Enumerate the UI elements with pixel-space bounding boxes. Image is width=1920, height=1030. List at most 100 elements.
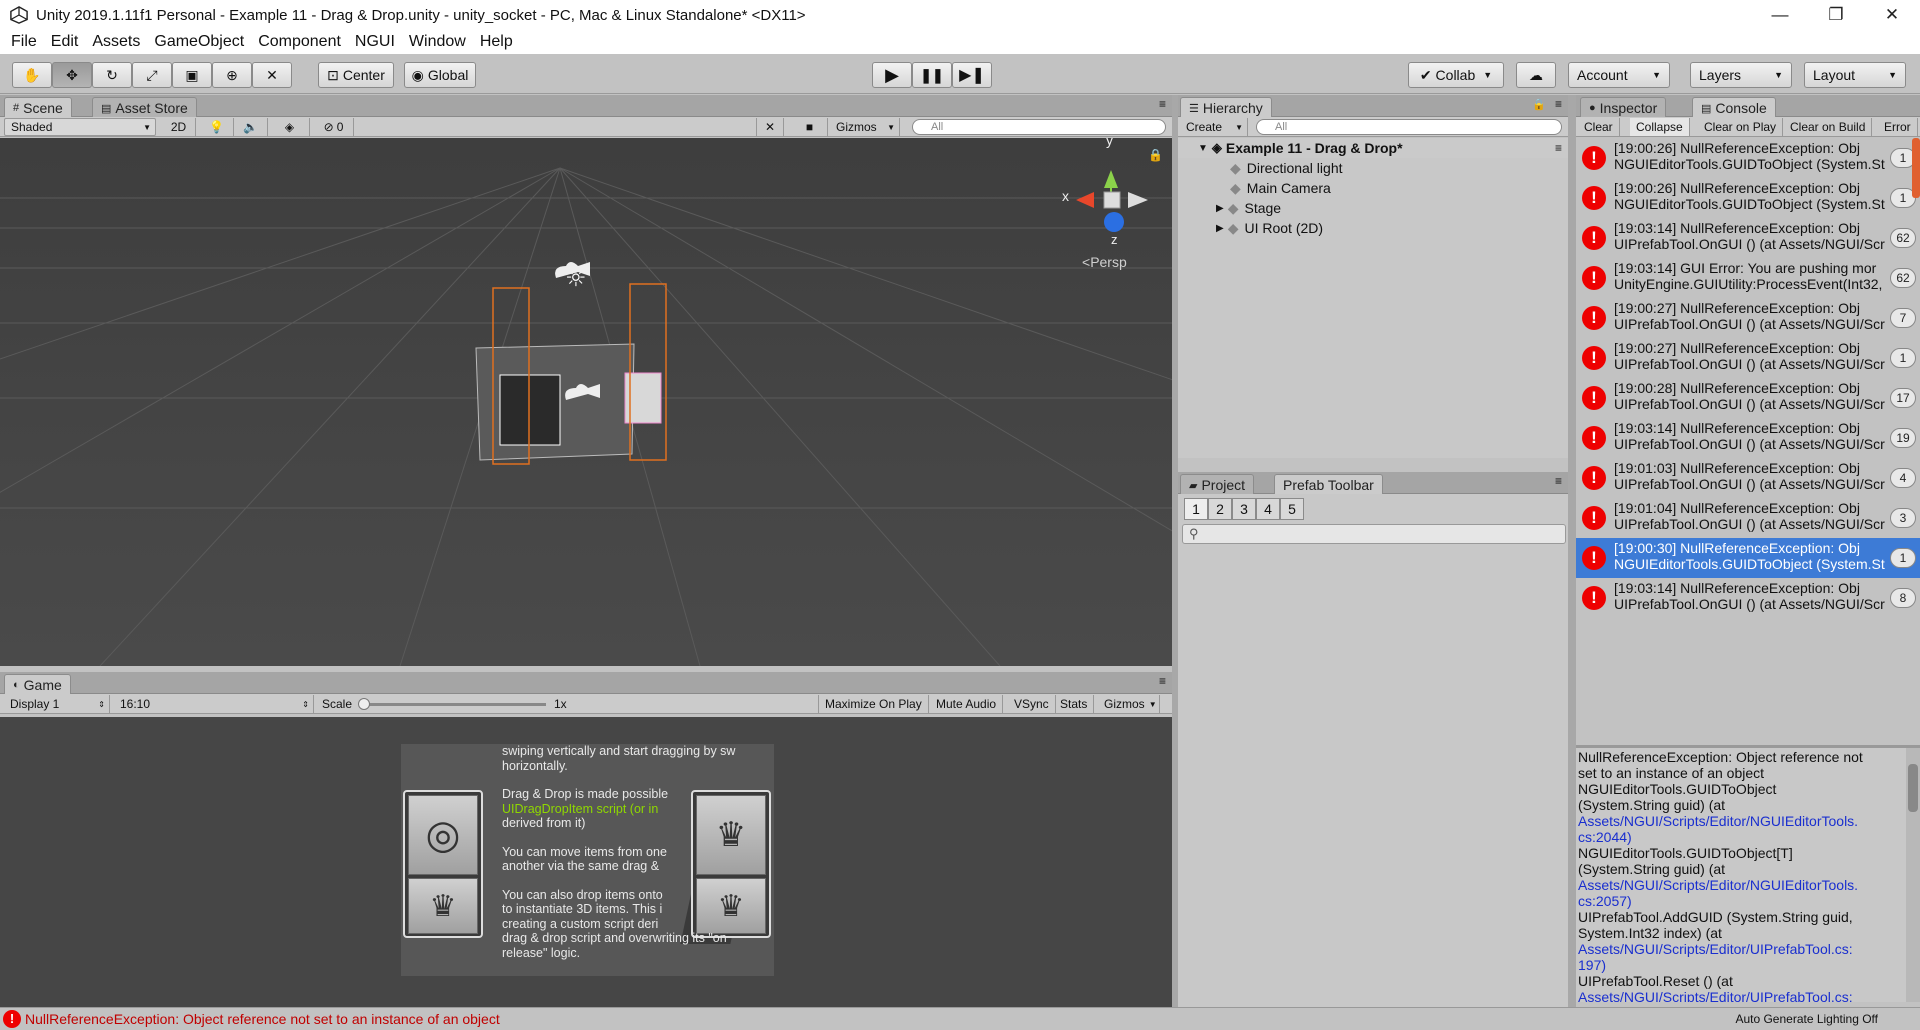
menu-ngui[interactable]: NGUI	[348, 33, 402, 51]
hierarchy-item[interactable]: ▶ ◆ UI Root (2D)	[1178, 218, 1568, 238]
cloud-button[interactable]: ☁	[1516, 62, 1556, 88]
clear-on-build-toggle[interactable]: Clear on Build	[1784, 118, 1873, 136]
tab-inspector[interactable]: ● Inspector	[1580, 97, 1667, 118]
mute-audio-toggle[interactable]: Mute Audio	[930, 695, 1004, 713]
audio-toggle[interactable]: 🔈	[234, 118, 268, 136]
page-button-3[interactable]: 3	[1232, 498, 1256, 520]
hierarchy-item[interactable]: ▶ ◆ Stage	[1178, 198, 1568, 218]
hierarchy-item[interactable]: ◆ Main Camera	[1178, 178, 1568, 198]
console-list-scrollbar[interactable]	[1912, 138, 1920, 198]
hierarchy-search-input[interactable]: All	[1256, 119, 1562, 135]
log-entry[interactable]: ! [19:03:14] NullReferenceException: Obj U…	[1576, 578, 1920, 618]
tab-asset-store[interactable]: ▤ Asset Store	[92, 97, 197, 118]
menu-edit[interactable]: Edit	[44, 33, 86, 51]
stats-toggle[interactable]: Stats	[1054, 695, 1095, 713]
item-slot-helmet[interactable]: ♛	[408, 878, 478, 934]
lighting-toggle[interactable]: 💡	[200, 118, 234, 136]
log-entry[interactable]: ! [19:00:27] NullReferenceException: Obj U…	[1576, 298, 1920, 338]
log-entry[interactable]: ! [19:03:14] NullReferenceException: Obj U…	[1576, 218, 1920, 258]
gizmos-dropdown[interactable]: Gizmos ▼	[830, 118, 900, 136]
tab-game[interactable]: ◐ Game	[4, 674, 71, 695]
item-slot-camera[interactable]: ◎	[408, 795, 478, 875]
menu-file[interactable]: File	[4, 33, 44, 51]
aspect-dropdown[interactable]: 16:10 ⇕	[114, 695, 314, 713]
camera-dropdown[interactable]: ■	[792, 118, 828, 136]
close-button[interactable]: ✕	[1864, 5, 1920, 25]
display-dropdown[interactable]: Display 1 ⇕	[4, 695, 110, 713]
tab-console[interactable]: ▤ Console	[1692, 97, 1776, 118]
log-entry[interactable]: ! [19:03:14] NullReferenceException: Obj U…	[1576, 418, 1920, 458]
panel-menu-icon[interactable]: ≡	[1159, 97, 1166, 111]
scene-search-input[interactable]: All	[912, 119, 1166, 135]
tab-project[interactable]: ▰ Project	[1180, 474, 1255, 495]
console-clear-button[interactable]: Clear	[1578, 118, 1620, 136]
detail-link[interactable]: Assets/NGUI/Scripts/Editor/NGUIEditorToo…	[1578, 877, 1918, 893]
page-button-4[interactable]: 4	[1256, 498, 1280, 520]
page-button-2[interactable]: 2	[1208, 498, 1232, 520]
log-entry-selected[interactable]: ! [19:00:30] NullReferenceException: Obj N…	[1576, 538, 1920, 578]
rect-tool-button[interactable]: ▣	[172, 62, 212, 88]
log-entry[interactable]: ! [19:00:26] NullReferenceException: Obj N…	[1576, 178, 1920, 218]
detail-link[interactable]: Assets/NGUI/Scripts/Editor/UIPrefabTool.…	[1578, 941, 1918, 957]
play-button[interactable]: ▶	[872, 62, 912, 88]
menu-gameobject[interactable]: GameObject	[147, 33, 251, 51]
tab-prefab-toolbar[interactable]: Prefab Toolbar	[1274, 474, 1383, 495]
clear-on-play-toggle[interactable]: Clear on Play	[1698, 118, 1784, 136]
maximize-on-play-toggle[interactable]: Maximize On Play	[818, 695, 929, 713]
menu-help[interactable]: Help	[473, 33, 520, 51]
page-button-1[interactable]: 1	[1184, 498, 1208, 520]
expand-arrow-icon[interactable]: ▶	[1216, 223, 1224, 234]
detail-link[interactable]: cs:2044)	[1578, 829, 1918, 845]
vsync-toggle[interactable]: VSync	[1008, 695, 1056, 713]
tools-button[interactable]: ✕	[756, 118, 784, 136]
mode-2d-button[interactable]: 2D	[162, 118, 196, 136]
shading-dropdown[interactable]: Shaded ▼	[4, 118, 156, 136]
page-button-5[interactable]: 5	[1280, 498, 1304, 520]
panel-menu-icon[interactable]: ≡	[1555, 474, 1562, 488]
log-entry[interactable]: ! [19:00:28] NullReferenceException: Obj U…	[1576, 378, 1920, 418]
layout-dropdown[interactable]: Layout ▼	[1804, 62, 1906, 88]
layers-dropdown[interactable]: Layers ▼	[1690, 62, 1792, 88]
pivot-global-button[interactable]: ◉ Global	[404, 62, 476, 88]
game-view[interactable]: ◎ ♛ ♛ ♛ swiping vertically and start dra…	[0, 717, 1172, 1007]
menu-window[interactable]: Window	[402, 33, 473, 51]
lock-icon[interactable]: 🔒	[1532, 98, 1546, 111]
custom-tool-button[interactable]: ✕	[252, 62, 292, 88]
tab-scene[interactable]: # Scene	[4, 97, 72, 118]
detail-link[interactable]: 197)	[1578, 957, 1918, 973]
menu-assets[interactable]: Assets	[85, 33, 147, 51]
prefab-search-input[interactable]: ⚲	[1182, 524, 1566, 544]
pivot-center-button[interactable]: ⊡ Center	[318, 62, 394, 88]
log-entry[interactable]: ! [19:00:27] NullReferenceException: Obj U…	[1576, 338, 1920, 378]
hierarchy-item[interactable]: ◆ Directional light	[1178, 158, 1568, 178]
rotate-tool-button[interactable]: ↻	[92, 62, 132, 88]
perspective-label[interactable]: <Persp	[1082, 254, 1127, 270]
error-pause-toggle[interactable]: Error	[1878, 118, 1918, 136]
step-button[interactable]: ▶❚	[952, 62, 992, 88]
row-menu-icon[interactable]: ≡	[1555, 141, 1562, 155]
detail-scrollbar-thumb[interactable]	[1908, 764, 1918, 812]
detail-link[interactable]: Assets/NGUI/Scripts/Editor/UIPrefabTool.…	[1578, 989, 1918, 1002]
scene-root-row[interactable]: ▼ ◈ Example 11 - Drag & Drop* ≡	[1178, 138, 1568, 158]
scale-slider[interactable]	[358, 698, 546, 710]
scene-view[interactable]: ☼ y x z <Persp 🔒	[0, 138, 1172, 666]
game-viewport[interactable]: ◎ ♛ ♛ ♛ swiping vertically and start dra…	[401, 744, 774, 976]
hand-tool-button[interactable]: ✋	[12, 62, 52, 88]
move-tool-button[interactable]: ✥	[52, 62, 92, 88]
log-entry[interactable]: ! [19:00:26] NullReferenceException: Obj N…	[1576, 138, 1920, 178]
lock-icon[interactable]: 🔒	[1148, 148, 1163, 162]
splitter[interactable]	[1172, 95, 1178, 1007]
hidden-objects-toggle[interactable]: ⊘ 0	[314, 118, 354, 136]
minimize-button[interactable]: —	[1752, 5, 1808, 25]
game-gizmos-dropdown[interactable]: Gizmos ▼	[1098, 695, 1160, 713]
log-entry[interactable]: ! [19:03:14] GUI Error: You are pushing m…	[1576, 258, 1920, 298]
collab-dropdown[interactable]: ✔ Collab ▼	[1408, 62, 1504, 88]
console-collapse-toggle[interactable]: Collapse	[1630, 118, 1690, 136]
detail-link[interactable]: Assets/NGUI/Scripts/Editor/NGUIEditorToo…	[1578, 813, 1918, 829]
scale-slider-handle[interactable]	[358, 698, 370, 710]
menu-component[interactable]: Component	[251, 33, 348, 51]
status-message[interactable]: NullReferenceException: Object reference…	[25, 1011, 1735, 1027]
transform-tool-button[interactable]: ⊕	[212, 62, 252, 88]
expand-arrow-icon[interactable]: ▶	[1216, 203, 1224, 214]
pause-button[interactable]: ❚❚	[912, 62, 952, 88]
